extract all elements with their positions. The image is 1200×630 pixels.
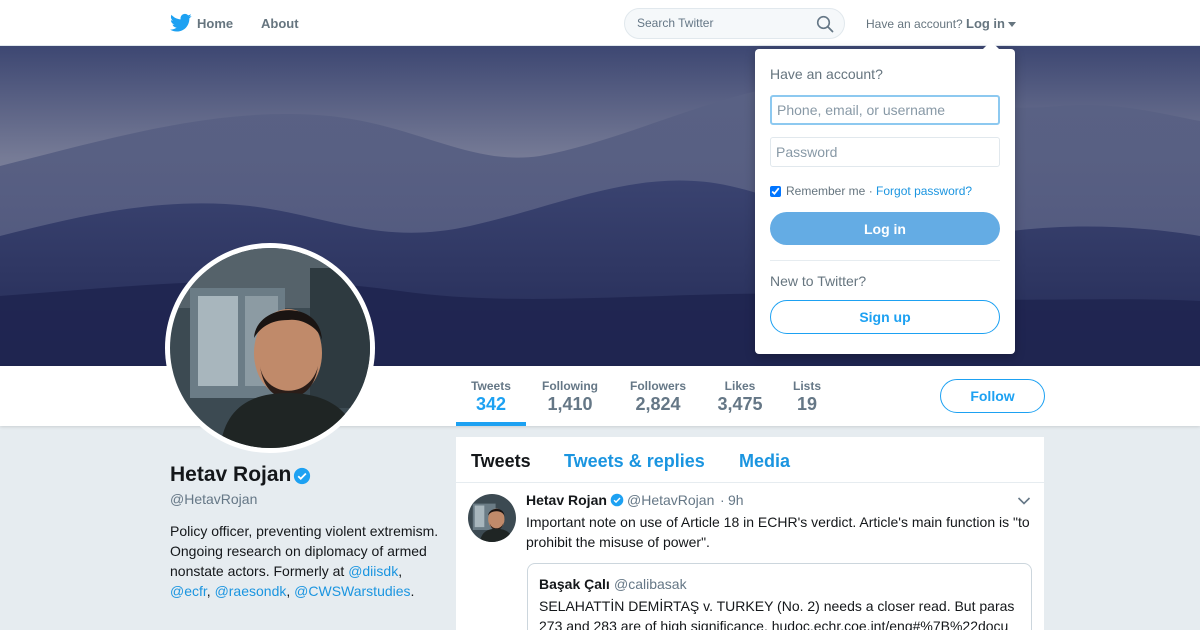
chevron-down-icon[interactable] — [1017, 496, 1031, 506]
stat-value: 1,410 — [547, 394, 593, 414]
twitter-bird-icon[interactable] — [170, 13, 192, 33]
tweet-avatar[interactable] — [468, 494, 516, 542]
bio-link-cwswarstudies[interactable]: @CWSWarstudies — [294, 583, 410, 599]
remember-me-label[interactable]: Remember me — [786, 184, 865, 198]
dropdown-title: Have an account? — [770, 66, 883, 82]
stat-label: Likes — [724, 379, 756, 393]
quoted-tweet-text: SELAHATTİN DEMİRTAŞ v. TURKEY (No. 2) ne… — [539, 598, 1015, 630]
bio-link-raesondk[interactable]: @raesondk — [215, 583, 287, 599]
search-icon[interactable] — [816, 15, 834, 33]
stat-followers[interactable]: Followers 2,824 — [624, 366, 692, 426]
tweet-author-name[interactable]: Hetav Rojan — [526, 492, 607, 508]
password-field[interactable] — [770, 137, 1000, 167]
login-toggle-label[interactable]: Log in — [966, 16, 1005, 31]
stat-lists[interactable]: Lists 19 — [784, 366, 830, 426]
avatar-photo — [170, 248, 370, 448]
have-account-text: Have an account? — [866, 17, 963, 31]
quoted-author-handle: @calibasak — [614, 576, 687, 592]
timeline: Tweets Tweets & replies Media Hetav Roja… — [456, 437, 1044, 630]
tweet-author-handle[interactable]: @HetavRojan — [627, 492, 714, 508]
new-to-twitter-text: New to Twitter? — [770, 273, 867, 289]
tweet-item[interactable]: Hetav Rojan @HetavRojan · 9h Important n… — [456, 483, 1044, 630]
follow-button[interactable]: Follow — [940, 379, 1045, 413]
bio-end: . — [410, 583, 415, 599]
stat-value: 342 — [475, 394, 507, 414]
dropdown-divider — [770, 260, 1000, 261]
verified-icon — [610, 493, 624, 507]
search-box — [624, 8, 845, 39]
tweet-text: Important note on use of Article 18 in E… — [526, 514, 1030, 550]
profile-handle: @HetavRojan — [170, 491, 258, 507]
stat-tweets[interactable]: Tweets 342 — [456, 366, 526, 426]
nav-home-link[interactable]: Home — [197, 16, 233, 31]
search-input[interactable] — [637, 16, 807, 30]
bio-separator: , — [398, 563, 403, 579]
bio-link-diisdk[interactable]: @diisdk — [348, 563, 398, 579]
quoted-author-name: Başak Çalı — [539, 576, 610, 592]
login-button[interactable]: Log in — [770, 212, 1000, 245]
stat-likes[interactable]: Likes 3,475 — [712, 366, 768, 426]
login-toggle[interactable]: Log in — [966, 16, 1016, 31]
tab-tweets-replies[interactable]: Tweets & replies — [564, 451, 705, 472]
profile-avatar[interactable] — [165, 243, 375, 453]
tweet-avatar-photo — [468, 494, 516, 542]
top-navigation: Home About Have an account? Log in — [0, 0, 1200, 46]
forgot-password-link[interactable]: Forgot password? — [876, 184, 972, 198]
stat-label: Lists — [792, 379, 821, 393]
tweet-separator: · — [720, 492, 725, 508]
verified-icon — [293, 467, 311, 485]
bio-separator: , — [286, 583, 291, 599]
tweet-timestamp[interactable]: 9h — [728, 492, 744, 508]
stat-label: Followers — [629, 379, 686, 393]
login-dropdown: Have an account? Remember me · Forgot pa… — [755, 41, 1015, 354]
signup-button[interactable]: Sign up — [770, 300, 1000, 334]
chevron-down-icon[interactable] — [1008, 22, 1016, 28]
quoted-tweet[interactable]: Başak Çalı @calibasak SELAHATTİN DEMİRTA… — [527, 563, 1032, 630]
remember-separator: · — [868, 184, 873, 198]
stat-value: 3,475 — [717, 394, 763, 414]
stat-label: Tweets — [471, 379, 511, 393]
nav-about-link[interactable]: About — [261, 16, 299, 31]
stat-value: 19 — [796, 394, 818, 414]
tab-tweets[interactable]: Tweets — [471, 451, 531, 472]
stat-value: 2,824 — [635, 394, 681, 414]
remember-me-row: Remember me · Forgot password? — [770, 184, 972, 198]
tab-media[interactable]: Media — [739, 451, 790, 472]
bio-separator: , — [206, 583, 215, 599]
stat-following[interactable]: Following 1,410 — [536, 366, 604, 426]
stat-label: Following — [542, 379, 598, 393]
timeline-tabs: Tweets Tweets & replies Media — [456, 437, 1044, 483]
profile-name: Hetav Rojan — [170, 463, 292, 486]
bio-link-ecfr[interactable]: @ecfr — [170, 583, 207, 599]
profile-bio: Policy officer, preventing violent extre… — [170, 521, 440, 601]
username-field[interactable] — [770, 95, 1000, 125]
remember-me-checkbox[interactable] — [770, 185, 781, 197]
